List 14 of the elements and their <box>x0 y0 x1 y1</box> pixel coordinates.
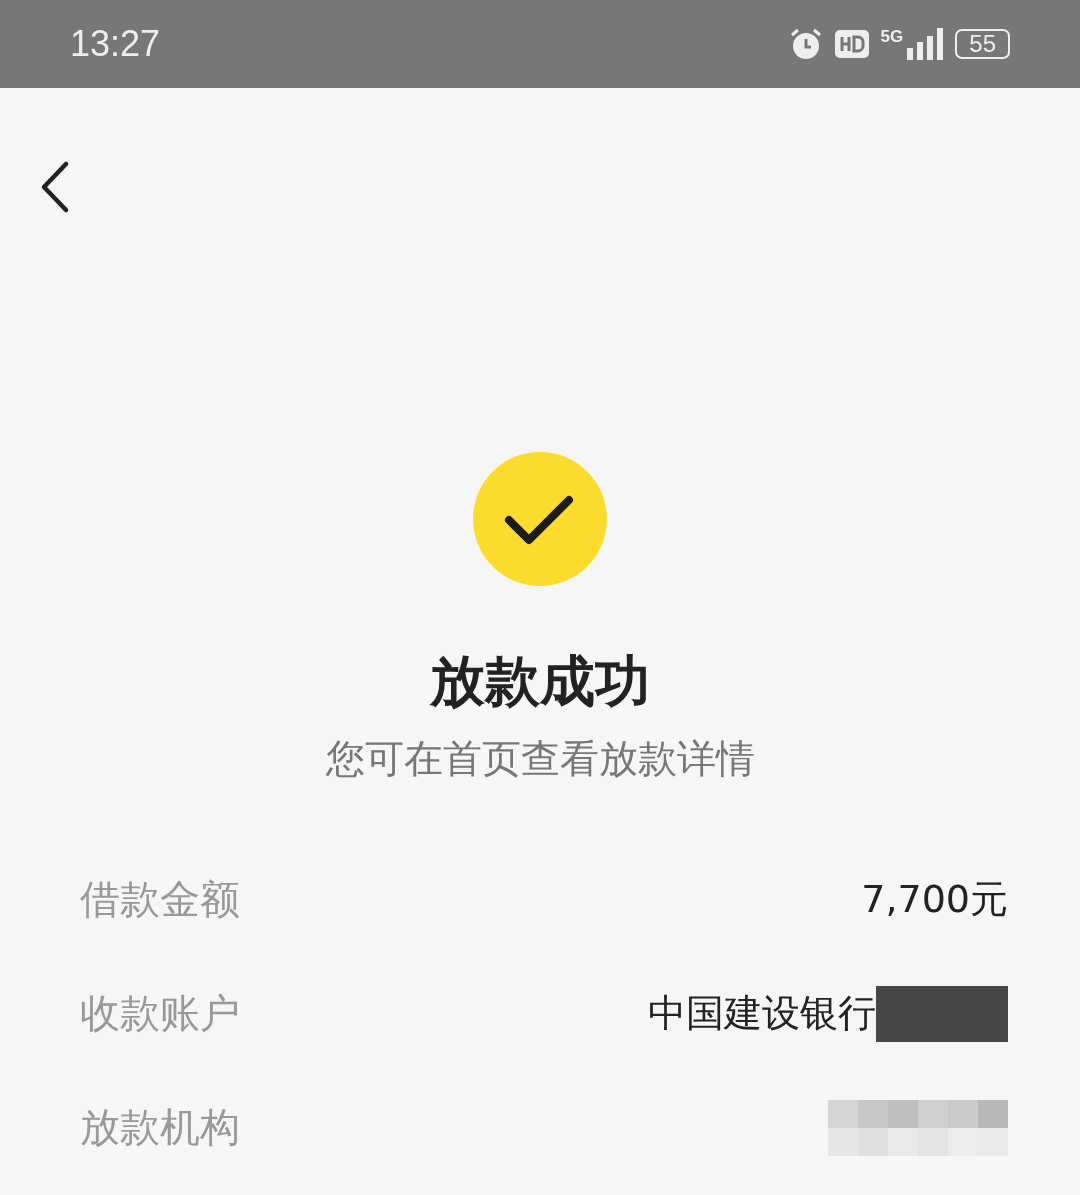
success-check-icon <box>473 452 607 586</box>
network-type: 5G <box>880 27 904 47</box>
hd-icon <box>834 30 869 58</box>
detail-value: 7,700元 <box>861 876 1008 924</box>
detail-label: 借款金额 <box>80 875 240 925</box>
result-subtitle: 您可在首页查看放款详情 <box>324 736 756 783</box>
result-title: 放款成功 <box>428 648 651 714</box>
status-time: 13:27 <box>70 23 161 65</box>
detail-label: 放款机构 <box>80 1103 240 1153</box>
battery-level: 55 <box>955 29 1010 59</box>
alarm-clock-icon <box>788 27 823 61</box>
signal-icon <box>907 28 944 60</box>
detail-value: 中国建设银行 <box>648 990 876 1038</box>
detail-label: 收款账户 <box>80 989 240 1039</box>
